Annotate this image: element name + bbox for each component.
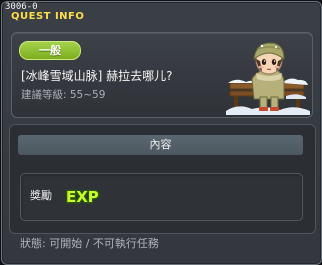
recommended-level: 建議等級: 55~59	[21, 89, 106, 101]
reward-text: EXP	[66, 188, 99, 206]
exp-icon: EXP	[65, 187, 100, 207]
quest-category-badge: 一般	[19, 41, 81, 60]
window-title: QUEST INFO	[11, 11, 85, 22]
quest-status: 狀態: 可開始 / 不可執行任務	[20, 237, 159, 250]
npc-portrait-icon	[226, 42, 310, 115]
quest-name: [冰峰雪域山脉] 赫拉去哪儿?	[21, 69, 173, 83]
reward-box: 獎勵 EXP	[20, 173, 303, 221]
quest-detail-panel: 內容 獎勵 EXP	[9, 124, 316, 234]
reward-label: 獎勵	[30, 189, 52, 202]
quest-info-window: 3006-0 QUEST INFO 一般 [冰峰雪域山脉] 赫拉去哪儿? 建議等…	[1, 1, 322, 265]
quest-summary-card: 一般 [冰峰雪域山脉] 赫拉去哪儿? 建議等級: 55~59	[11, 32, 313, 118]
content-section-header: 內容	[18, 135, 303, 155]
